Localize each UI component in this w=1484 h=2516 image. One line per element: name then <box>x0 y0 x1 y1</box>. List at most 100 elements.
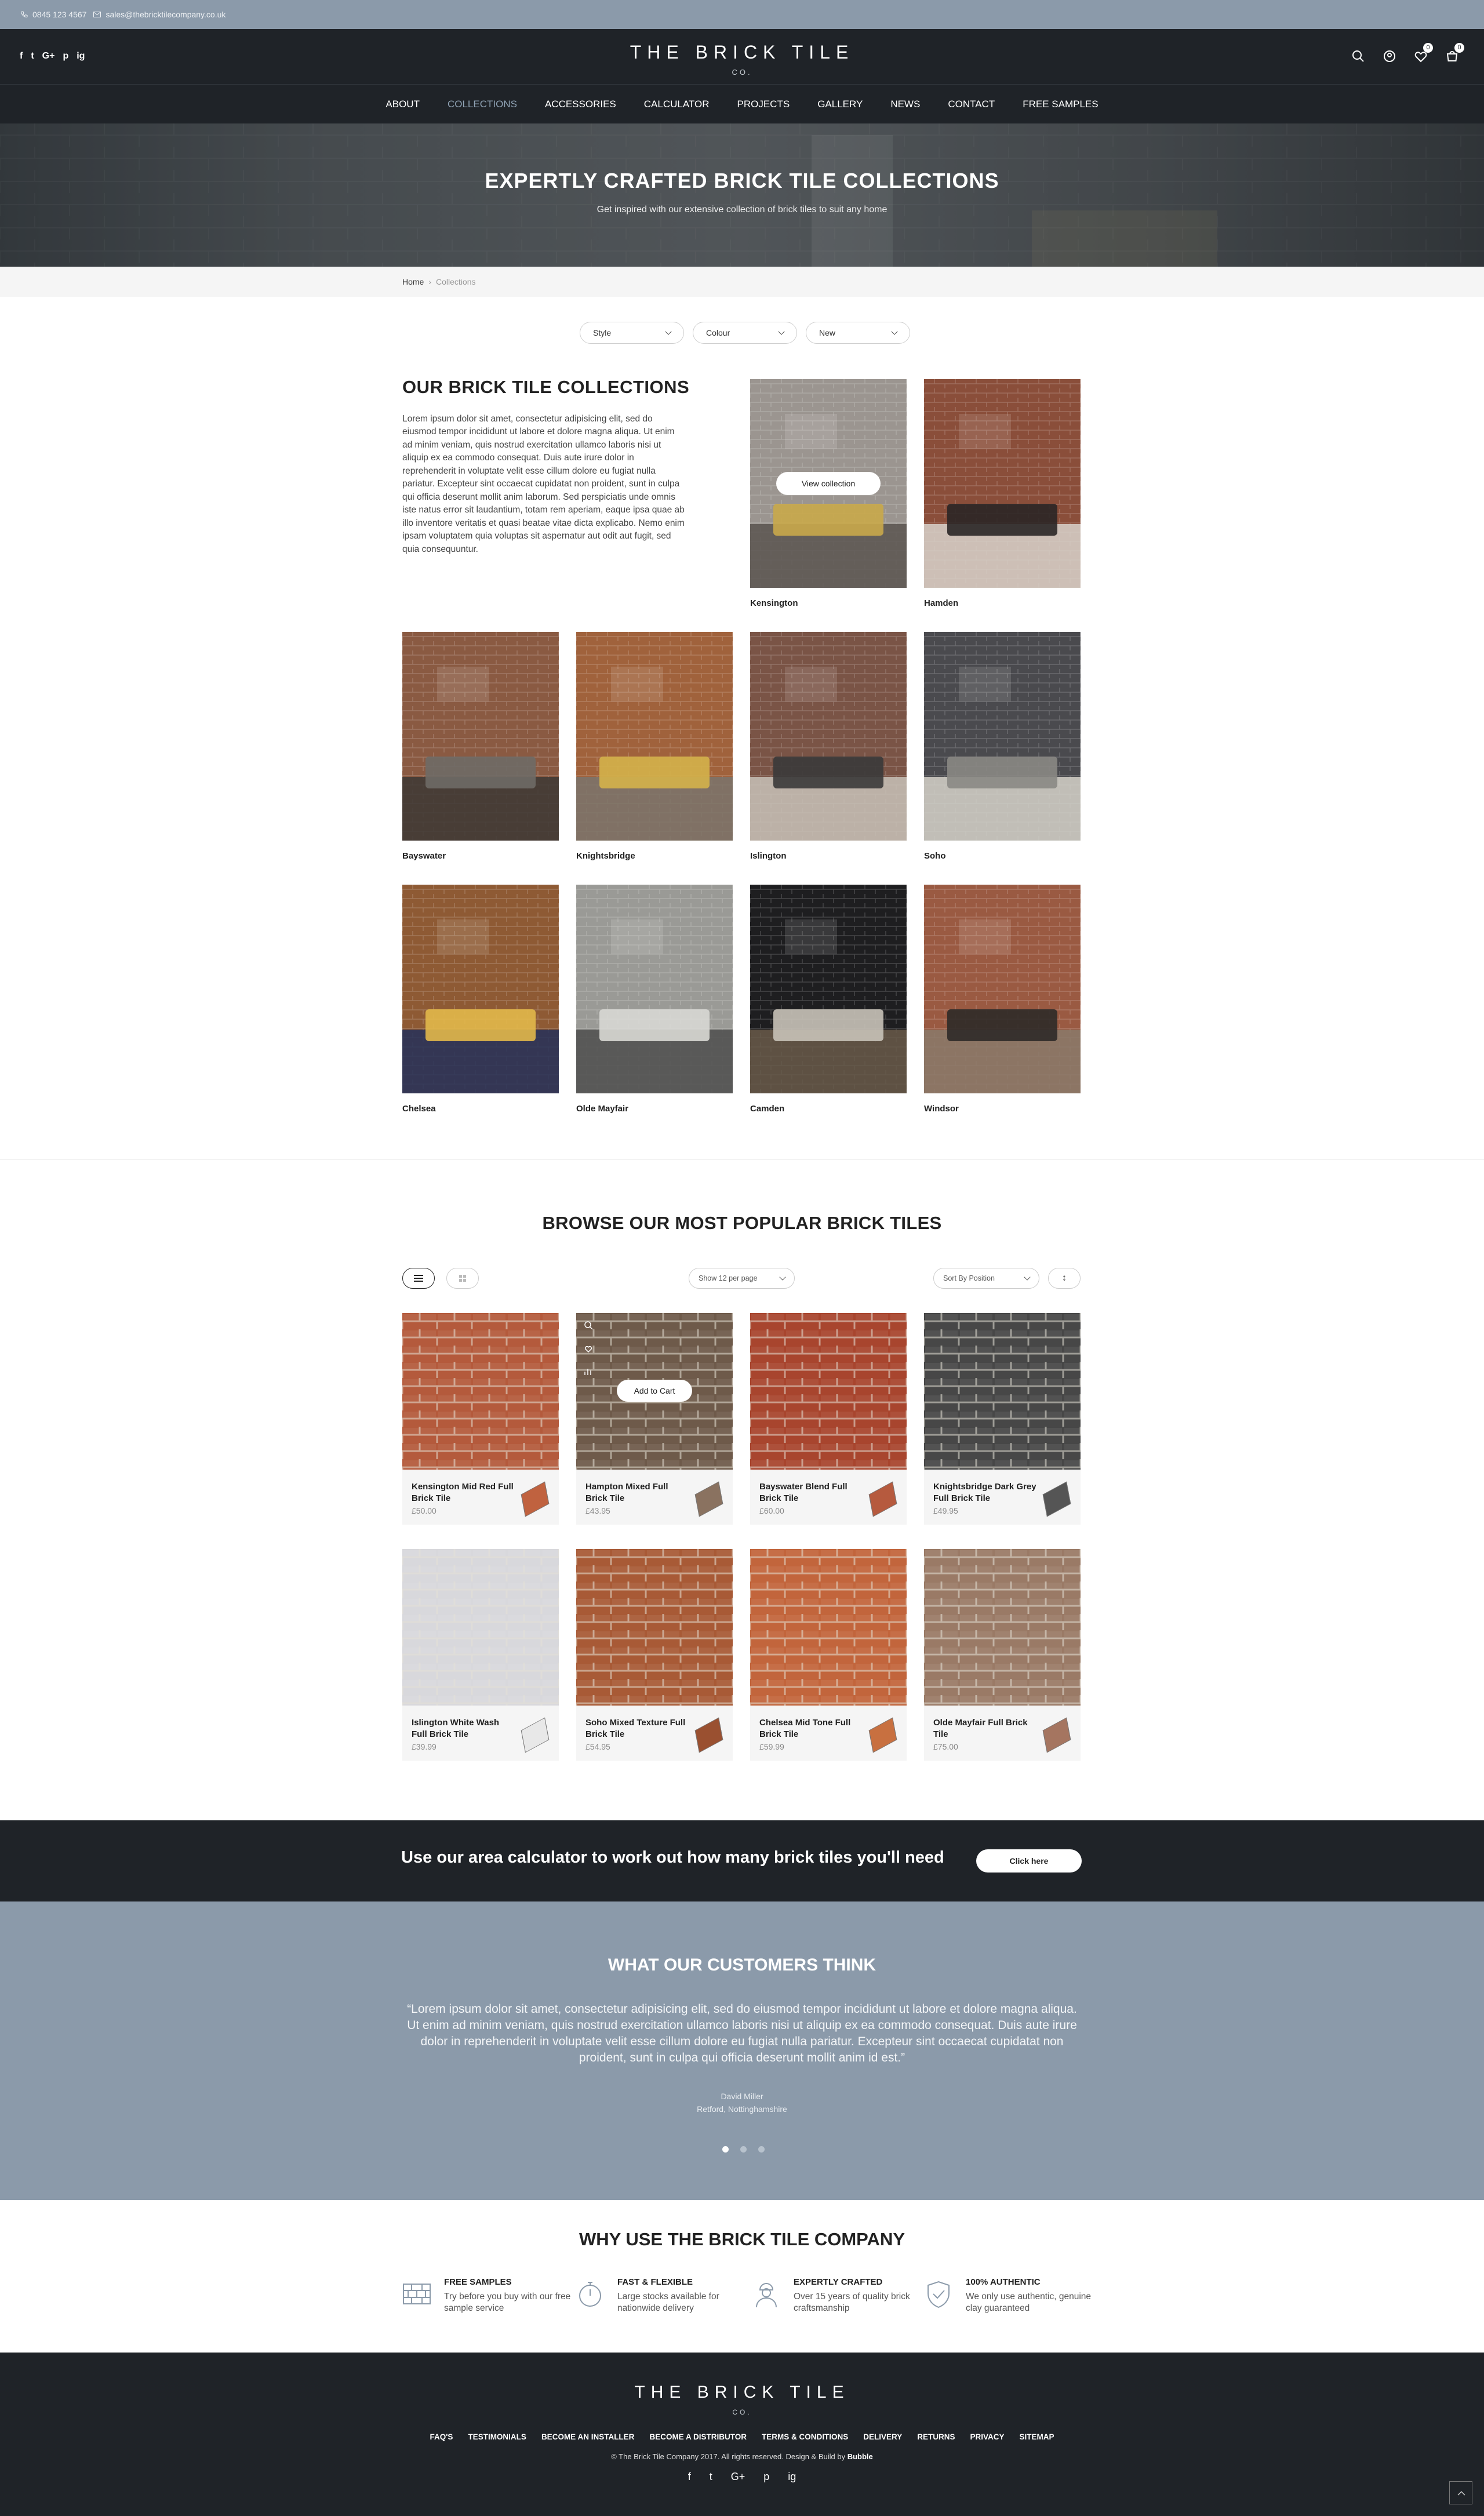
product-name[interactable]: Olde Mayfair Full Brick Tile <box>933 1717 1038 1740</box>
footer-link-installer[interactable]: BECOME AN INSTALLER <box>541 2433 635 2441</box>
email-contact[interactable]: sales@thebricktilecompany.co.uk <box>93 10 225 19</box>
collection-name[interactable]: Chelsea <box>402 1104 559 1114</box>
product-image[interactable] <box>402 1549 559 1706</box>
back-to-top-button[interactable] <box>1449 2481 1472 2504</box>
footer-link-privacy[interactable]: PRIVACY <box>970 2433 1005 2441</box>
product-image[interactable]: Add to Cart <box>576 1313 733 1470</box>
product-card[interactable]: Add to Cart Hampton Mixed Full Brick Til… <box>576 1313 733 1525</box>
carousel-dot[interactable] <box>740 2146 747 2153</box>
collection-card[interactable]: Hamden <box>924 379 1081 608</box>
collection-card[interactable]: Knightsbridge <box>576 632 733 861</box>
footer-link-delivery[interactable]: DELIVERY <box>863 2433 902 2441</box>
product-image[interactable] <box>750 1313 907 1470</box>
collection-name[interactable]: Camden <box>750 1104 907 1114</box>
collection-card[interactable]: Islington <box>750 632 907 861</box>
carousel-dot[interactable] <box>758 2146 765 2153</box>
nav-collections[interactable]: COLLECTIONS <box>448 99 517 110</box>
collection-card[interactable]: Soho <box>924 632 1081 861</box>
phone-contact[interactable]: 0845 123 4567 <box>21 10 86 19</box>
nav-news[interactable]: NEWS <box>890 99 920 110</box>
collection-image[interactable] <box>924 632 1081 841</box>
account-icon[interactable] <box>1381 48 1398 65</box>
product-card[interactable]: Chelsea Mid Tone Full Brick Tile £59.99 <box>750 1549 907 1761</box>
carousel-dot[interactable] <box>722 2146 729 2153</box>
footer-logo[interactable]: THE BRICK TILE CO. <box>0 2383 1484 2416</box>
per-page-select[interactable]: Show 12 per page <box>689 1268 795 1289</box>
footer-link-faqs[interactable]: FAQ'S <box>430 2433 453 2441</box>
product-name[interactable]: Soho Mixed Texture Full Brick Tile <box>585 1717 690 1740</box>
collection-card[interactable]: View collection Kensington <box>750 379 907 608</box>
list-view-button[interactable] <box>402 1268 435 1289</box>
product-image[interactable] <box>924 1549 1081 1706</box>
colour-filter[interactable]: Colour <box>693 322 797 344</box>
collection-image[interactable] <box>750 885 907 1093</box>
search-icon[interactable] <box>1350 48 1367 65</box>
product-name[interactable]: Chelsea Mid Tone Full Brick Tile <box>759 1717 864 1740</box>
product-image[interactable] <box>576 1549 733 1706</box>
sort-direction-button[interactable]: ↕ <box>1048 1268 1081 1289</box>
collection-card[interactable]: Olde Mayfair <box>576 885 733 1114</box>
collection-name[interactable]: Hamden <box>924 598 1081 608</box>
footer-link-terms[interactable]: TERMS & CONDITIONS <box>762 2433 848 2441</box>
footer-link-sitemap[interactable]: SITEMAP <box>1020 2433 1054 2441</box>
new-filter[interactable]: New <box>806 322 910 344</box>
nav-calculator[interactable]: CALCULATOR <box>644 99 710 110</box>
nav-about[interactable]: ABOUT <box>385 99 420 110</box>
wishlist-icon[interactable]: 0 <box>1412 43 1433 65</box>
collection-image[interactable] <box>402 885 559 1093</box>
footer-link-testimonials[interactable]: TESTIMONIALS <box>468 2433 526 2441</box>
collection-name[interactable]: Knightsbridge <box>576 851 733 861</box>
add-to-cart-button[interactable]: Add to Cart <box>617 1380 692 1402</box>
collection-name[interactable]: Islington <box>750 851 907 861</box>
collection-image[interactable] <box>576 885 733 1093</box>
collection-image[interactable] <box>750 632 907 841</box>
product-image[interactable] <box>750 1549 907 1706</box>
builder-link[interactable]: Bubble <box>848 2452 873 2461</box>
zoom-icon[interactable] <box>583 1320 594 1330</box>
collection-name[interactable]: Olde Mayfair <box>576 1104 733 1114</box>
product-name[interactable]: Bayswater Blend Full Brick Tile <box>759 1481 864 1504</box>
product-card[interactable]: Islington White Wash Full Brick Tile £39… <box>402 1549 559 1761</box>
facebook-icon[interactable]: f <box>688 2471 691 2483</box>
collection-image[interactable] <box>402 632 559 841</box>
collection-name[interactable]: Kensington <box>750 598 907 608</box>
product-card[interactable]: Bayswater Blend Full Brick Tile £60.00 <box>750 1313 907 1525</box>
wishlist-icon[interactable] <box>583 1343 594 1354</box>
site-logo[interactable]: THE BRICK TILE CO. <box>0 42 1484 77</box>
twitter-icon[interactable]: t <box>710 2471 712 2483</box>
nav-contact[interactable]: CONTACT <box>948 99 995 110</box>
pinterest-icon[interactable]: p <box>763 2471 769 2483</box>
footer-link-returns[interactable]: RETURNS <box>917 2433 955 2441</box>
product-card[interactable]: Kensington Mid Red Full Brick Tile £50.0… <box>402 1313 559 1525</box>
grid-view-button[interactable] <box>446 1268 479 1289</box>
product-image[interactable] <box>924 1313 1081 1470</box>
product-name[interactable]: Kensington Mid Red Full Brick Tile <box>412 1481 516 1504</box>
nav-free-samples[interactable]: FREE SAMPLES <box>1023 99 1098 110</box>
compare-icon[interactable] <box>583 1366 594 1377</box>
breadcrumb-home[interactable]: Home <box>402 277 424 286</box>
product-image[interactable] <box>402 1313 559 1470</box>
nav-projects[interactable]: PROJECTS <box>737 99 790 110</box>
instagram-icon[interactable]: ig <box>788 2471 796 2483</box>
calculator-button[interactable]: Click here <box>976 1849 1082 1873</box>
product-card[interactable]: Soho Mixed Texture Full Brick Tile £54.9… <box>576 1549 733 1761</box>
collection-card[interactable]: Windsor <box>924 885 1081 1114</box>
style-filter[interactable]: Style <box>580 322 684 344</box>
product-name[interactable]: Hampton Mixed Full Brick Tile <box>585 1481 690 1504</box>
collection-image[interactable] <box>924 885 1081 1093</box>
nav-gallery[interactable]: GALLERY <box>817 99 863 110</box>
collection-card[interactable]: Bayswater <box>402 632 559 861</box>
view-collection-button[interactable]: View collection <box>776 472 881 495</box>
product-name[interactable]: Knightsbridge Dark Grey Full Brick Tile <box>933 1481 1038 1504</box>
collection-name[interactable]: Windsor <box>924 1104 1081 1114</box>
collection-card[interactable]: Camden <box>750 885 907 1114</box>
sort-select[interactable]: Sort By Position <box>933 1268 1039 1289</box>
collection-name[interactable]: Bayswater <box>402 851 559 861</box>
nav-accessories[interactable]: ACCESSORIES <box>545 99 616 110</box>
cart-icon[interactable]: 0 <box>1443 43 1464 65</box>
collection-name[interactable]: Soho <box>924 851 1081 861</box>
collection-image[interactable] <box>576 632 733 841</box>
google-plus-icon[interactable]: G+ <box>731 2471 745 2483</box>
collection-card[interactable]: Chelsea <box>402 885 559 1114</box>
collection-image[interactable] <box>924 379 1081 588</box>
